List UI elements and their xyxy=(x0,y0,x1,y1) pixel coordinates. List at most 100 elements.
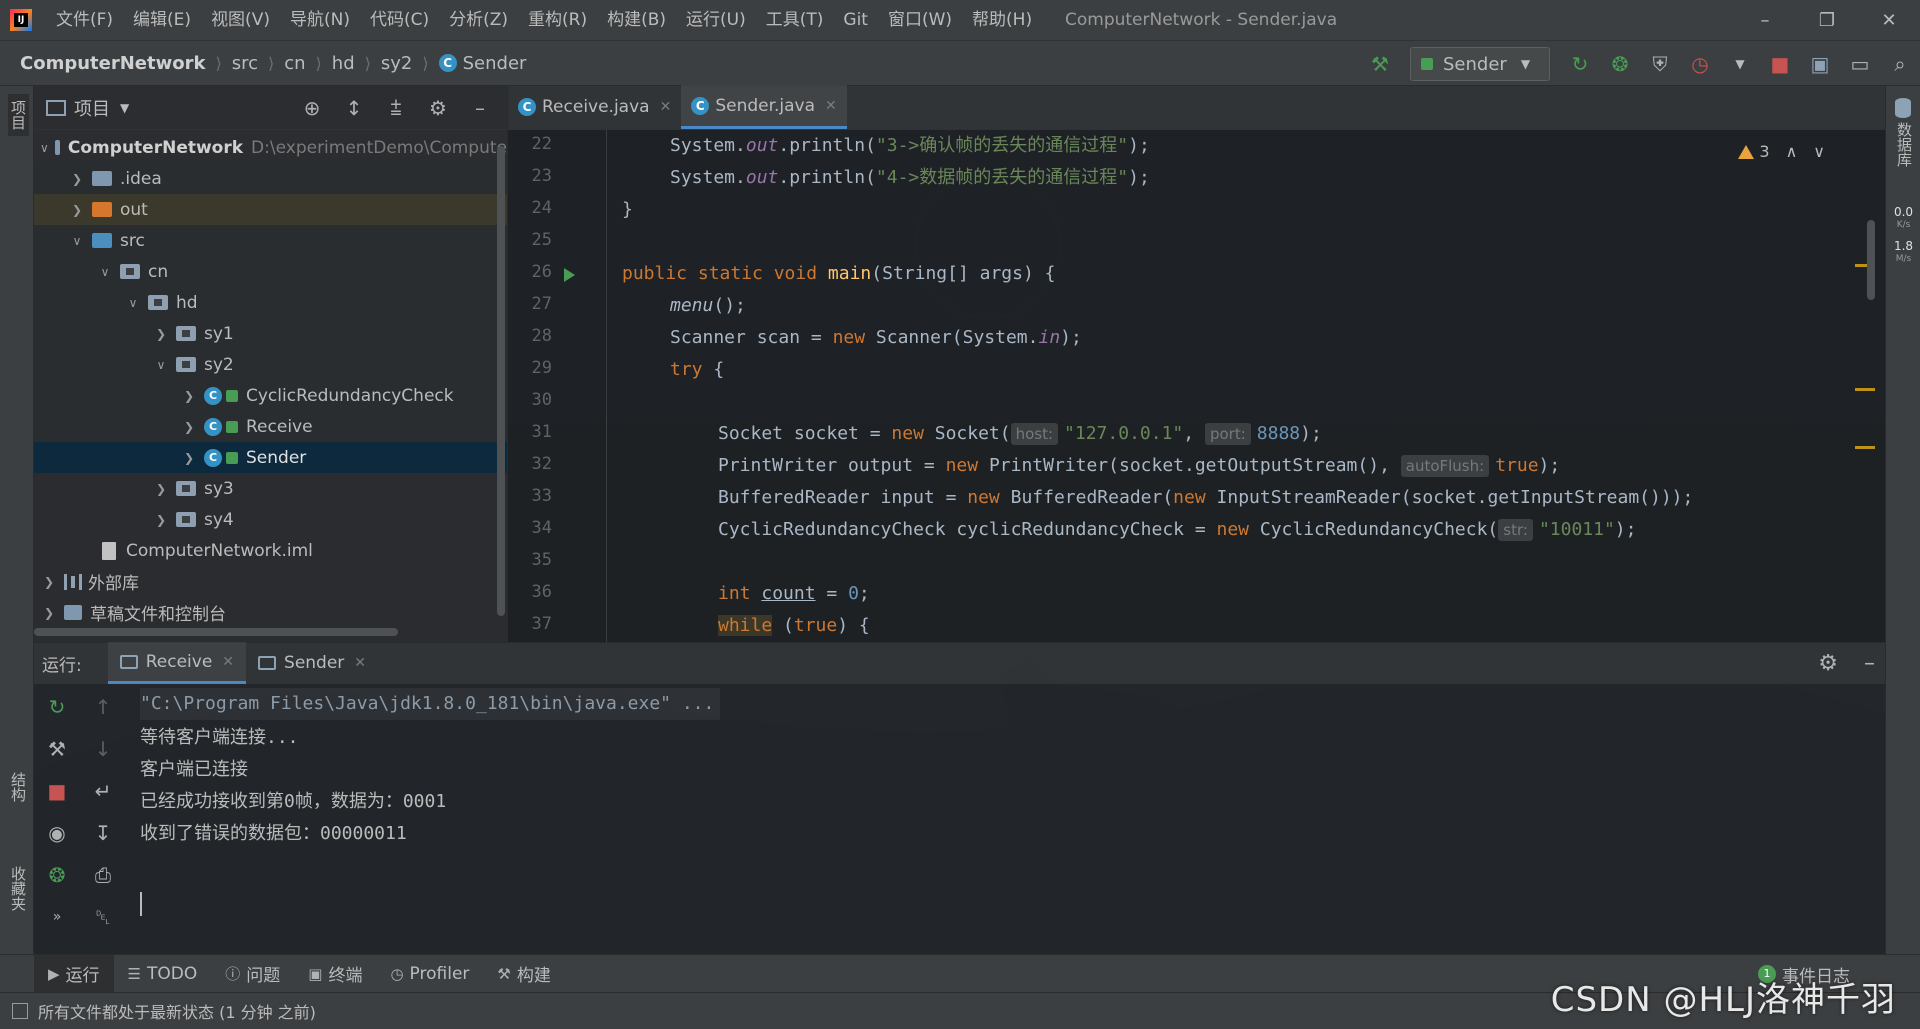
chevron-right-icon[interactable]: ❯ xyxy=(40,575,58,589)
soft-wrap-icon[interactable]: ↵ xyxy=(80,770,126,812)
toolwindow-run-button[interactable]: ▶ 运行 xyxy=(34,954,114,993)
chevron-down-icon[interactable]: ∨ xyxy=(152,358,170,372)
tree-item-src[interactable]: ∨ src xyxy=(34,225,507,256)
tree-item-idea[interactable]: ❯ .idea xyxy=(34,163,507,194)
code-area[interactable]: System.out.println("3->确认帧的丢失的通信过程"); Sy… xyxy=(622,130,1872,642)
menu-view[interactable]: 视图(V) xyxy=(201,0,280,40)
toolwindow-todo-button[interactable]: ☰ TODO xyxy=(114,955,212,993)
menu-navigate[interactable]: 导航(N) xyxy=(280,0,360,40)
menu-run[interactable]: 运行(U) xyxy=(676,0,756,40)
tree-item-scratches[interactable]: ❯ 草稿文件和控制台 xyxy=(34,597,507,628)
structure-tool-button[interactable]: 结构 xyxy=(8,772,29,802)
chevron-down-icon[interactable]: ∨ xyxy=(124,296,142,310)
chevron-right-icon[interactable]: ❯ xyxy=(152,513,170,527)
scroll-to-end-icon[interactable]: ↧ xyxy=(80,812,126,854)
rerun-icon[interactable]: ↻ xyxy=(1560,44,1600,84)
tree-item-sy3[interactable]: ❯ sy3 xyxy=(34,473,507,504)
chevron-right-icon[interactable]: ❯ xyxy=(68,172,86,186)
camera-icon[interactable]: ◉ xyxy=(34,812,80,854)
breadcrumb-sender[interactable]: Sender xyxy=(463,53,527,74)
menu-build[interactable]: 构建(B) xyxy=(597,0,676,40)
toolwindow-build-button[interactable]: ⚒ 构建 xyxy=(483,955,564,993)
close-tab-icon[interactable]: ✕ xyxy=(354,655,366,671)
close-icon[interactable]: ✕ xyxy=(1858,0,1920,40)
tree-item-sy1[interactable]: ❯ sy1 xyxy=(34,318,507,349)
terminal-window-icon[interactable]: ▭ xyxy=(1840,44,1880,84)
arrow-down-icon[interactable]: ↓ xyxy=(80,728,126,770)
chevron-down-icon[interactable]: ∨ xyxy=(96,265,114,279)
menu-file[interactable]: 文件(F) xyxy=(46,0,123,40)
tree-item-cyclic-redundancy-check[interactable]: ❯ C CyclicRedundancyCheck xyxy=(34,380,507,411)
run-configuration-dropdown[interactable]: Sender ▼ xyxy=(1410,47,1550,81)
hide-panel-icon[interactable]: – xyxy=(1864,651,1875,676)
breadcrumb-project[interactable]: ComputerNetwork xyxy=(20,53,205,74)
run-tab-receive[interactable]: Receive ✕ xyxy=(107,642,247,684)
build-hammer-icon[interactable]: ⚒ xyxy=(1360,44,1400,84)
editor-scrollbar[interactable] xyxy=(1855,130,1875,642)
chevron-right-icon[interactable]: ❯ xyxy=(152,482,170,496)
toolwindow-terminal-button[interactable]: ▣ 终端 xyxy=(294,955,376,993)
print-icon[interactable]: ⎙ xyxy=(80,854,126,896)
horizontal-scrollbar[interactable] xyxy=(34,628,398,636)
warning-stripe-mark[interactable] xyxy=(1855,446,1875,449)
menu-window[interactable]: 窗口(W) xyxy=(878,0,962,40)
breadcrumb-cn[interactable]: cn xyxy=(284,53,305,74)
project-tool-button[interactable]: 项目 xyxy=(8,94,29,136)
tab-receive-java[interactable]: C Receive.java ✕ xyxy=(508,85,681,129)
debug-settings-icon[interactable]: ❂ xyxy=(34,854,80,896)
tree-item-receive[interactable]: ❯ C Receive xyxy=(34,411,507,442)
more-run-chevron-icon[interactable]: ▼ xyxy=(1720,44,1760,84)
menu-help[interactable]: 帮助(H) xyxy=(962,0,1042,40)
run-tab-sender[interactable]: Sender ✕ xyxy=(246,642,378,684)
minimize-icon[interactable]: – xyxy=(1734,0,1796,40)
rerun-icon[interactable]: ↻ xyxy=(34,686,80,728)
close-tab-icon[interactable]: ✕ xyxy=(222,654,234,670)
status-toggle-icon[interactable] xyxy=(12,1003,28,1019)
tree-item-sender[interactable]: ❯ C Sender xyxy=(34,442,507,473)
breadcrumb-src[interactable]: src xyxy=(232,53,258,74)
expand-all-icon[interactable]: ↕ xyxy=(333,96,375,120)
gear-icon[interactable]: ⚙ xyxy=(1818,651,1838,676)
chevron-right-icon[interactable]: ❯ xyxy=(180,451,198,465)
console-output[interactable]: "C:\Program Files\Java\jdk1.8.0_181\bin\… xyxy=(140,686,1880,954)
search-icon[interactable]: ⌕ xyxy=(1880,44,1920,84)
coverage-shield-icon[interactable]: ⛨ xyxy=(1640,44,1680,84)
project-structure-icon[interactable]: ▣ xyxy=(1800,44,1840,84)
database-tool-button[interactable]: 数据库 xyxy=(1894,122,1915,167)
toolwindow-profiler-button[interactable]: ◷ Profiler xyxy=(376,955,483,993)
chevron-down-icon[interactable]: ▼ xyxy=(120,101,129,115)
debug-bug-icon[interactable]: ❂ xyxy=(1600,44,1640,84)
menu-edit[interactable]: 编辑(E) xyxy=(123,0,201,40)
stop-icon[interactable]: ■ xyxy=(1760,44,1800,84)
menu-code[interactable]: 代码(C) xyxy=(360,0,439,40)
vertical-scrollbar[interactable] xyxy=(497,146,505,616)
menu-refactor[interactable]: 重构(R) xyxy=(518,0,597,40)
chevron-right-icon[interactable]: ❯ xyxy=(152,327,170,341)
inspection-widget[interactable]: 3 ∧ ∨ xyxy=(1738,142,1825,161)
chevron-up-icon[interactable]: ∧ xyxy=(1786,142,1798,161)
chevron-down-icon[interactable]: ∨ xyxy=(40,141,49,155)
tree-item-external-libraries[interactable]: ❯ 外部库 xyxy=(34,566,507,597)
chevron-right-icon[interactable]: ❯ xyxy=(180,420,198,434)
tree-item-sy2[interactable]: ∨ sy2 xyxy=(34,349,507,380)
run-gutter-icon[interactable] xyxy=(564,268,575,282)
chevron-down-icon[interactable]: ∨ xyxy=(68,234,86,248)
chevron-down-icon[interactable]: ∨ xyxy=(1813,142,1825,161)
close-tab-icon[interactable]: ✕ xyxy=(825,98,837,114)
breadcrumb-sy2[interactable]: sy2 xyxy=(381,53,412,74)
restore-icon[interactable]: ❐ xyxy=(1796,0,1858,40)
close-tab-icon[interactable]: ✕ xyxy=(660,99,672,115)
locate-crosshair-icon[interactable]: ⊕ xyxy=(291,96,333,120)
tree-item-out[interactable]: ❯ out xyxy=(34,194,507,225)
wrench-icon[interactable]: ⚒ xyxy=(34,728,80,770)
chevron-right-icon[interactable]: ❯ xyxy=(68,203,86,217)
collapse-all-icon[interactable]: ⩲ xyxy=(375,96,417,120)
tree-item-cn[interactable]: ∨ cn xyxy=(34,256,507,287)
more-chevron-icon[interactable]: » xyxy=(34,896,80,938)
stop-icon[interactable]: ■ xyxy=(34,770,80,812)
chevron-right-icon[interactable]: ❯ xyxy=(180,389,198,403)
favorites-tool-button[interactable]: 收藏夹 xyxy=(8,866,29,911)
menu-git[interactable]: Git xyxy=(833,0,878,40)
scroll-thumb[interactable] xyxy=(1867,220,1875,300)
tree-item-project-root[interactable]: ∨ ComputerNetwork D:\experimentDemo\Comp… xyxy=(34,132,507,163)
